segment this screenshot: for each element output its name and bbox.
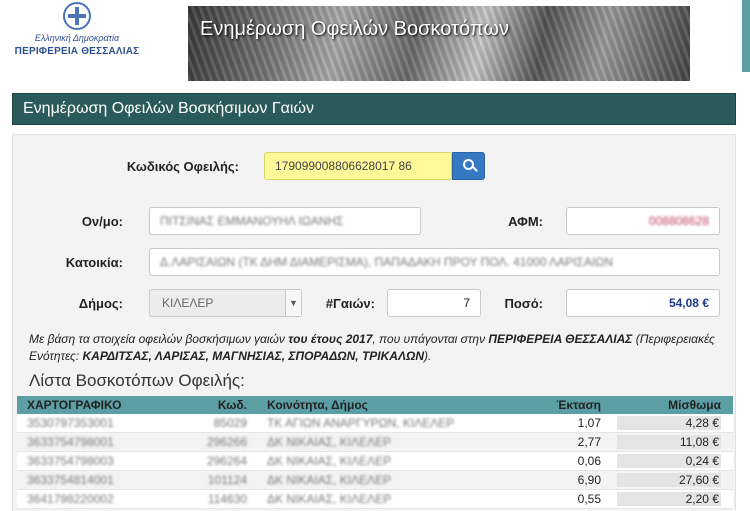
row-map-cell: 3530797353001 xyxy=(27,416,114,430)
logo-line-2: ΠΕΡΙΦΕΡΕΙΑ ΘΕΣΣΑΛΙΑΣ xyxy=(14,46,140,57)
greek-emblem-icon xyxy=(63,2,91,30)
row-map-cell: 3633754798003 xyxy=(27,454,114,468)
col-area[interactable]: Έκταση xyxy=(517,398,601,412)
row-area-cell: 0,55 xyxy=(577,492,601,506)
afm-label: ΑΦΜ: xyxy=(508,214,543,229)
pastures-table: ΧΑΡΤΟΓΡΑΦΙΚΟ Κωδ. Κοινότητα, Δήμος Έκτασ… xyxy=(17,396,733,509)
info-note: Με βάση τα στοιχεία οφειλών βοσκήσιμων γ… xyxy=(29,332,715,363)
table-header: ΧΑΡΤΟΓΡΑΦΙΚΟ Κωδ. Κοινότητα, Δήμος Έκτασ… xyxy=(17,396,733,414)
header-banner: Ενημέρωση Οφειλών Βοσκοτόπων xyxy=(188,6,690,81)
row-area-cell: 1,07 xyxy=(577,416,601,430)
residence-label: Κατοικία: xyxy=(65,255,123,270)
search-button[interactable] xyxy=(452,152,485,180)
row-area-cell: 0,06 xyxy=(577,454,601,468)
residence-field: Δ.ΛΑΡΙΣΑΙΩΝ (ΤΚ ΔΗΜ ΔΙΑΜΕΡΙΣΜΑ), ΠΑΠΑΔΑΚ… xyxy=(149,248,720,276)
col-code[interactable]: Κωδ. xyxy=(157,398,247,412)
lands-count-field: 7 xyxy=(387,289,481,317)
lands-count-label: #Γαιών: xyxy=(325,296,375,311)
debt-code-input[interactable]: 179099008806628017 86 xyxy=(264,152,452,180)
row-code-cell: 85029 xyxy=(213,416,247,430)
table-row[interactable]: 3633754798001 296266 ΔΚ ΝΙΚΑΙΑΣ, ΚΙΛΕΛΕΡ 2,… xyxy=(17,433,733,452)
row-community-cell: ΔΚ ΝΙΚΑΙΑΣ, ΚΙΛΕΛΕΡ xyxy=(267,492,392,506)
name-label: Ον/μο: xyxy=(81,214,123,229)
municipality-label: Δήμος: xyxy=(78,296,123,311)
row-map-cell: 3633754814001 xyxy=(27,473,114,487)
row-rent-cell: 0,24 € xyxy=(617,454,721,468)
afm-field: 008808628 xyxy=(566,207,720,235)
logo-line-1: Ελληνική Δημοκρατία xyxy=(34,33,120,43)
row-community-cell: ΔΚ ΝΙΚΑΙΑΣ, ΚΙΛΕΛΕΡ xyxy=(267,473,392,487)
table-row[interactable]: 3530797353001 85029 ΤΚ ΑΓΙΩΝ ΑΝΑΡΓΥΡΩΝ, ΚΙ… xyxy=(17,414,733,433)
name-value: ΠΙΤΣΙΝΑΣ ΕΜΜΑΝΟΥΗΛ ΙΩΑΝΗΣ xyxy=(160,214,344,228)
afm-value: 008808628 xyxy=(648,214,709,228)
amount-field: 54,08 € xyxy=(566,289,720,317)
row-code-cell: 101124 xyxy=(207,473,247,487)
row-community-cell: ΤΚ ΑΓΙΩΝ ΑΝΑΡΓΥΡΩΝ, ΚΙΛΕΛΕΡ xyxy=(267,416,455,430)
col-map[interactable]: ΧΑΡΤΟΓΡΑΦΙΚΟ xyxy=(27,398,147,412)
row-rent-cell: 2,20 € xyxy=(617,492,721,506)
municipality-value: ΚΙΛΕΛΕΡ xyxy=(162,296,214,310)
row-area-cell: 6,90 xyxy=(577,473,601,487)
code-label: Κωδικός Οφειλής: xyxy=(126,159,239,174)
table-row[interactable]: 3633754814001 101124 ΔΚ ΝΙΚΑΙΑΣ, ΚΙΛΕΛΕΡ 6,… xyxy=(17,471,733,490)
section-title: Ενημέρωση Οφειλών Βοσκήσιμων Γαιών xyxy=(12,93,736,125)
table-row[interactable]: 3641798220002 114630 ΔΚ ΝΙΚΑΙΑΣ, ΚΙΛΕΛΕΡ 0,… xyxy=(17,490,733,509)
row-code-cell: 296264 xyxy=(206,454,247,468)
table-row[interactable]: 3633754798003 296264 ΔΚ ΝΙΚΑΙΑΣ, ΚΙΛΕΛΕΡ 0,… xyxy=(17,452,733,471)
row-rent-cell: 27,60 € xyxy=(617,473,721,487)
region-logo[interactable]: Ελληνική Δημοκρατία ΠΕΡΙΦΕΡΕΙΑ ΘΕΣΣΑΛΙΑΣ xyxy=(14,2,140,68)
name-field: ΠΙΤΣΙΝΑΣ ΕΜΜΑΝΟΥΗΛ ΙΩΑΝΗΣ xyxy=(149,207,421,235)
top-header: Ελληνική Δημοκρατία ΠΕΡΙΦΕΡΕΙΑ ΘΕΣΣΑΛΙΑΣ… xyxy=(0,0,750,90)
row-area-cell: 2,77 xyxy=(577,435,601,449)
row-community-cell: ΔΚ ΝΙΚΑΙΑΣ, ΚΙΛΕΛΕΡ xyxy=(267,454,392,468)
row-code-cell: 114630 xyxy=(207,492,247,506)
col-rent[interactable]: Μίσθωμα xyxy=(617,398,721,412)
residence-value: Δ.ΛΑΡΙΣΑΙΩΝ (ΤΚ ΔΗΜ ΔΙΑΜΕΡΙΣΜΑ), ΠΑΠΑΔΑΚ… xyxy=(160,255,613,269)
row-community-cell: ΔΚ ΝΙΚΑΙΑΣ, ΚΙΛΕΛΕΡ xyxy=(267,435,392,449)
chevron-down-icon: ▼ xyxy=(285,290,301,316)
debt-form-panel: Κωδικός Οφειλής: 179099008806628017 86 Ο… xyxy=(12,134,736,511)
row-rent-cell: 11,08 € xyxy=(617,435,721,449)
banner-title: Ενημέρωση Οφειλών Βοσκοτόπων xyxy=(200,18,509,40)
amount-label: Ποσό: xyxy=(504,296,544,311)
col-community[interactable]: Κοινότητα, Δήμος xyxy=(267,398,527,412)
header-accent-strip xyxy=(742,0,750,72)
row-map-cell: 3641798220002 xyxy=(27,492,114,506)
municipality-select[interactable]: ΚΙΛΕΛΕΡ ▼ xyxy=(149,289,302,317)
row-rent-cell: 4,28 € xyxy=(617,416,721,430)
row-map-cell: 3633754798001 xyxy=(27,435,114,449)
list-title: Λίστα Βοσκοτόπων Οφειλής: xyxy=(29,371,245,390)
row-code-cell: 296266 xyxy=(206,435,247,449)
